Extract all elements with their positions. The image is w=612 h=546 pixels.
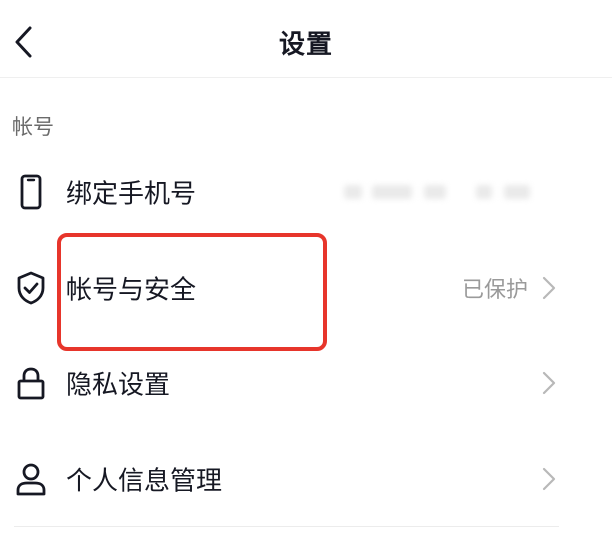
user-icon — [16, 463, 46, 496]
settings-item-label: 隐私设置 — [66, 370, 171, 401]
chevron-right-icon — [542, 371, 556, 395]
chevron-right-icon — [542, 467, 556, 491]
section-label-account: 帐号 — [12, 115, 54, 139]
settings-item-personal-info[interactable]: 个人信息管理 — [0, 443, 600, 515]
settings-item-privacy[interactable]: 隐私设置 — [0, 347, 600, 419]
settings-item-label: 绑定手机号 — [66, 179, 197, 210]
page-title: 设置 — [278, 30, 333, 60]
settings-item-bind-phone[interactable]: 绑定手机号 — [0, 156, 600, 228]
masked-phone-number — [344, 181, 534, 203]
chevron-right-icon — [542, 276, 556, 300]
phone-icon — [20, 174, 42, 210]
divider — [14, 526, 559, 527]
lock-icon — [17, 367, 45, 400]
status-value: 已保护 — [461, 278, 528, 303]
settings-item-account-security[interactable]: 帐号与安全 已保护 — [0, 252, 600, 324]
shield-check-icon — [17, 271, 45, 305]
header-bar: 设置 — [0, 0, 612, 78]
settings-item-label: 帐号与安全 — [66, 275, 197, 306]
settings-item-label: 个人信息管理 — [66, 466, 223, 497]
